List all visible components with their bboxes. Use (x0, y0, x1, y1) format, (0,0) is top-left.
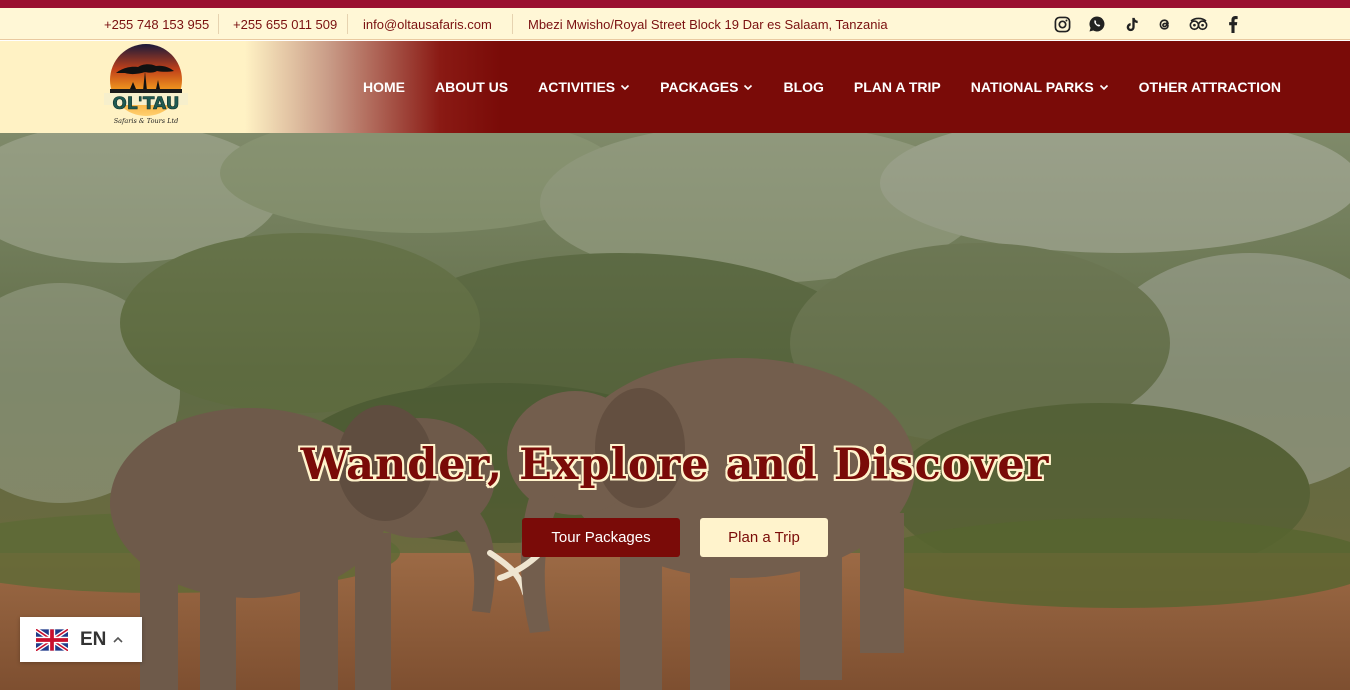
nav-label: NATIONAL PARKS (970, 79, 1094, 95)
nav-label: OTHER ATTRACTION (1138, 79, 1281, 95)
nav-national-parks[interactable]: NATIONAL PARKS (971, 79, 1109, 95)
address-text: Mbezi Mwisho/Royal Street Block 19 Dar e… (528, 16, 888, 32)
nav-home[interactable]: HOME (363, 79, 405, 95)
top-accent-bar (0, 0, 1350, 8)
tour-packages-button[interactable]: Tour Packages (522, 518, 680, 557)
nav-label: BLOG (783, 79, 824, 95)
language-switcher[interactable]: EN (20, 617, 142, 662)
divider (347, 14, 348, 34)
nav-label: ABOUT US (435, 79, 509, 95)
hero-background-image (0, 133, 1350, 690)
chevron-down-icon (744, 84, 753, 91)
nav-activities[interactable]: ACTIVITIES (538, 79, 630, 95)
email-link[interactable]: info@oltausafaris.com (363, 8, 492, 40)
divider (512, 14, 513, 34)
nav-packages[interactable]: PACKAGES (660, 79, 753, 95)
uk-flag-icon (36, 628, 68, 651)
main-header: OL'TAU Safaris & Tours Ltd HOME ABOUT US… (0, 41, 1350, 133)
nav-other-attraction[interactable]: OTHER ATTRACTION (1139, 79, 1281, 95)
chevron-down-icon (621, 84, 630, 91)
facebook-icon[interactable] (1223, 15, 1242, 34)
nav-about-us[interactable]: ABOUT US (435, 79, 508, 95)
divider (218, 14, 219, 34)
hero-headline: Wander, Explore and Discover (300, 440, 1050, 490)
language-code: EN (80, 628, 107, 650)
logo-tagline: Safaris & Tours Ltd (114, 117, 179, 125)
nav-label: HOME (363, 79, 405, 95)
nav-label: ACTIVITIES (538, 79, 616, 95)
nav-plan-a-trip[interactable]: PLAN A TRIP (854, 79, 941, 95)
logo-wordmark: OL'TAU (112, 94, 179, 114)
nav-label: PACKAGES (660, 79, 739, 95)
main-navigation: HOME ABOUT US ACTIVITIES PACKAGES BLOG P… (363, 41, 1311, 133)
tiktok-icon[interactable] (1121, 15, 1140, 34)
instagram-icon[interactable] (1053, 15, 1072, 34)
threads-icon[interactable] (1155, 15, 1174, 34)
whatsapp-icon[interactable] (1087, 15, 1106, 34)
chevron-down-icon (1099, 84, 1108, 91)
plan-a-trip-button[interactable]: Plan a Trip (700, 518, 828, 557)
chevron-up-icon (113, 636, 123, 643)
social-links (1053, 8, 1242, 40)
nav-label: PLAN A TRIP (853, 79, 941, 95)
tripadvisor-icon[interactable] (1189, 15, 1208, 34)
contact-bar: +255 748 153 955 +255 655 011 509 info@o… (0, 8, 1350, 40)
phone-link-2[interactable]: +255 655 011 509 (233, 8, 337, 40)
phone-link-1[interactable]: +255 748 153 955 (104, 8, 209, 40)
hero-section: Wander, Explore and Discover Tour Packag… (0, 133, 1350, 690)
site-logo[interactable]: OL'TAU Safaris & Tours Ltd (100, 43, 192, 131)
nav-blog[interactable]: BLOG (783, 79, 823, 95)
